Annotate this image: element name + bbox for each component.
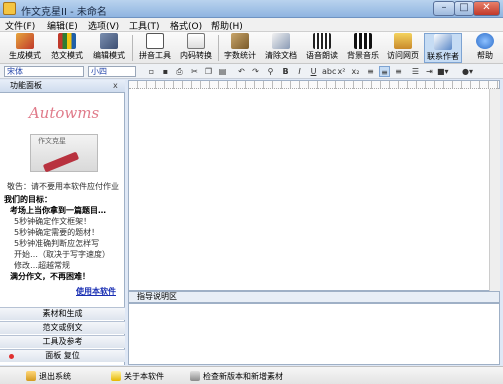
window-title: 作文克星II - 未命名 — [21, 7, 107, 18]
exit-icon — [26, 371, 36, 381]
pinyin-tool-button[interactable]: 拼音工具 — [136, 33, 174, 63]
goal-end: 满分作文，不再困难！ — [10, 272, 90, 281]
maximize-button[interactable]: □ — [454, 1, 474, 16]
font-name-select[interactable]: 宋体 — [4, 66, 84, 77]
align-right-icon[interactable]: ≡ — [393, 66, 404, 77]
guide-area — [128, 303, 500, 365]
menu-file[interactable]: 文件(F) — [5, 19, 35, 32]
clear-doc-button[interactable]: 清除文档 — [262, 33, 300, 63]
document-editor[interactable] — [128, 80, 500, 291]
check-update-button[interactable]: 检查新版本和新增素材 — [190, 371, 283, 382]
visit-web-button[interactable]: 访问网页 — [384, 33, 422, 63]
panel-title: 功能面板 — [0, 80, 125, 93]
print-icon[interactable]: ⎙ — [174, 66, 185, 77]
save-icon[interactable]: ▪ — [160, 66, 171, 77]
pinyin-icon — [146, 33, 164, 49]
help-icon — [476, 33, 494, 49]
main-toolbar: 生成模式 范文模式 编辑模式 拼音工具 内码转换 字数统计 清除文档 语音朗读 … — [0, 32, 503, 64]
bullet-list-icon[interactable]: ☰ — [410, 66, 421, 77]
close-button[interactable]: ✕ — [473, 1, 500, 16]
logo-image: Autowms 作文克星 — [8, 96, 120, 178]
bg-music-button[interactable]: 背景音乐 — [344, 33, 382, 63]
section-material[interactable]: 素材和生成 — [0, 307, 125, 320]
color-icon[interactable]: ■▾ — [437, 66, 449, 77]
indent-icon[interactable]: ⇥ — [424, 66, 435, 77]
about-button[interactable]: 关于本软件 — [111, 371, 164, 382]
subscript-icon[interactable]: x₂ — [350, 66, 361, 77]
goal-item: 开始…（取决于写字速度） — [14, 250, 110, 259]
sample-mode-button[interactable]: 范文模式 — [48, 33, 86, 63]
contact-author-button[interactable]: 联系作者 — [424, 33, 462, 63]
align-left-icon[interactable]: ≡ — [365, 66, 376, 77]
function-panel: 功能面板 x Autowms 作文克星 敬告：请不要用本软件应付作业 我们的目标… — [0, 80, 125, 365]
menu-edit[interactable]: 编辑(E) — [47, 19, 78, 32]
undo-icon[interactable]: ↶ — [236, 66, 247, 77]
help-button[interactable]: 帮助 — [470, 33, 500, 63]
strike-icon[interactable]: abc — [322, 66, 336, 77]
guide-title: 指导说明区 — [128, 291, 500, 303]
notice-text: 敬告：请不要用本软件应付作业 — [7, 182, 119, 191]
menu-bar: 文件(F) 编辑(E) 选项(V) 工具(T) 格式(O) 帮助(H) — [0, 18, 503, 32]
format-toolbar: 宋体 小四 ▫ ▪ ⎙ ✂ ❐ ▤ ↶ ↷ ⚲ B I U abc x² x₂ … — [0, 64, 503, 79]
goal-item: 5秒钟确定作文框架！ — [14, 217, 92, 226]
goal-item: 修改…超越常规 — [14, 261, 70, 270]
align-center-icon[interactable]: ≡ — [379, 66, 390, 77]
redo-icon[interactable]: ↷ — [250, 66, 261, 77]
voice-read-button[interactable]: 语音朗读 — [303, 33, 341, 63]
exit-button[interactable]: 退出系统 — [26, 371, 71, 382]
pencil-icon — [16, 33, 34, 49]
menu-format[interactable]: 格式(O) — [170, 19, 202, 32]
use-software-link[interactable]: 使用本软件 — [76, 286, 116, 297]
reset-dot-icon — [9, 354, 14, 359]
editor-scrollbar[interactable] — [489, 89, 500, 291]
goal-item: 5秒钟准确判断应怎样写 — [14, 239, 100, 248]
font-size-select[interactable]: 小四 — [88, 66, 136, 77]
menu-tools[interactable]: 工具(T) — [129, 19, 160, 32]
section-tools[interactable]: 工具及参考 — [0, 335, 125, 348]
count-icon — [231, 33, 249, 49]
superscript-icon[interactable]: x² — [336, 66, 347, 77]
edit-icon — [100, 33, 118, 49]
ruler — [129, 81, 499, 89]
code-convert-button[interactable]: 内码转换 — [177, 33, 215, 63]
find-icon[interactable]: ⚲ — [265, 66, 276, 77]
app-icon — [3, 2, 16, 15]
bold-icon[interactable]: B — [280, 66, 291, 77]
new-doc-icon[interactable]: ▫ — [146, 66, 157, 77]
word-count-button[interactable]: 字数统计 — [221, 33, 259, 63]
speaker-icon — [313, 33, 331, 49]
title-bar: 作文克星II - 未命名 – □ ✕ — [0, 0, 503, 18]
update-icon — [190, 371, 200, 381]
goal-title: 我们的目标： — [4, 195, 52, 204]
underline-icon[interactable]: U — [308, 66, 319, 77]
menu-options[interactable]: 选项(V) — [88, 19, 119, 32]
piano-icon — [354, 33, 372, 49]
paste-icon[interactable]: ▤ — [217, 66, 228, 77]
section-samples[interactable]: 范文或例文 — [0, 321, 125, 334]
goal-item: 5秒钟确定需要的题材！ — [14, 228, 100, 237]
about-icon — [111, 371, 121, 381]
books-icon — [58, 33, 76, 49]
contact-icon — [434, 34, 452, 50]
home-icon — [394, 33, 412, 49]
convert-icon — [187, 33, 205, 49]
eraser-icon — [272, 33, 290, 49]
cut-icon[interactable]: ✂ — [189, 66, 200, 77]
edit-mode-button[interactable]: 编辑模式 — [90, 33, 128, 63]
section-panel-reset[interactable]: 面板 复位 — [0, 349, 125, 362]
menu-help[interactable]: 帮助(H) — [211, 19, 243, 32]
goal-subtitle: 考场上当你拿到一篇题目… — [10, 206, 106, 215]
italic-icon[interactable]: I — [294, 66, 305, 77]
minimize-button[interactable]: – — [433, 1, 455, 16]
generate-mode-button[interactable]: 生成模式 — [6, 33, 44, 63]
highlight-icon[interactable]: ●▾ — [462, 66, 473, 77]
panel-close-icon[interactable]: x — [113, 80, 118, 92]
copy-icon[interactable]: ❐ — [203, 66, 214, 77]
status-bar: 退出系统 关于本软件 检查新版本和新增素材 — [0, 366, 503, 384]
